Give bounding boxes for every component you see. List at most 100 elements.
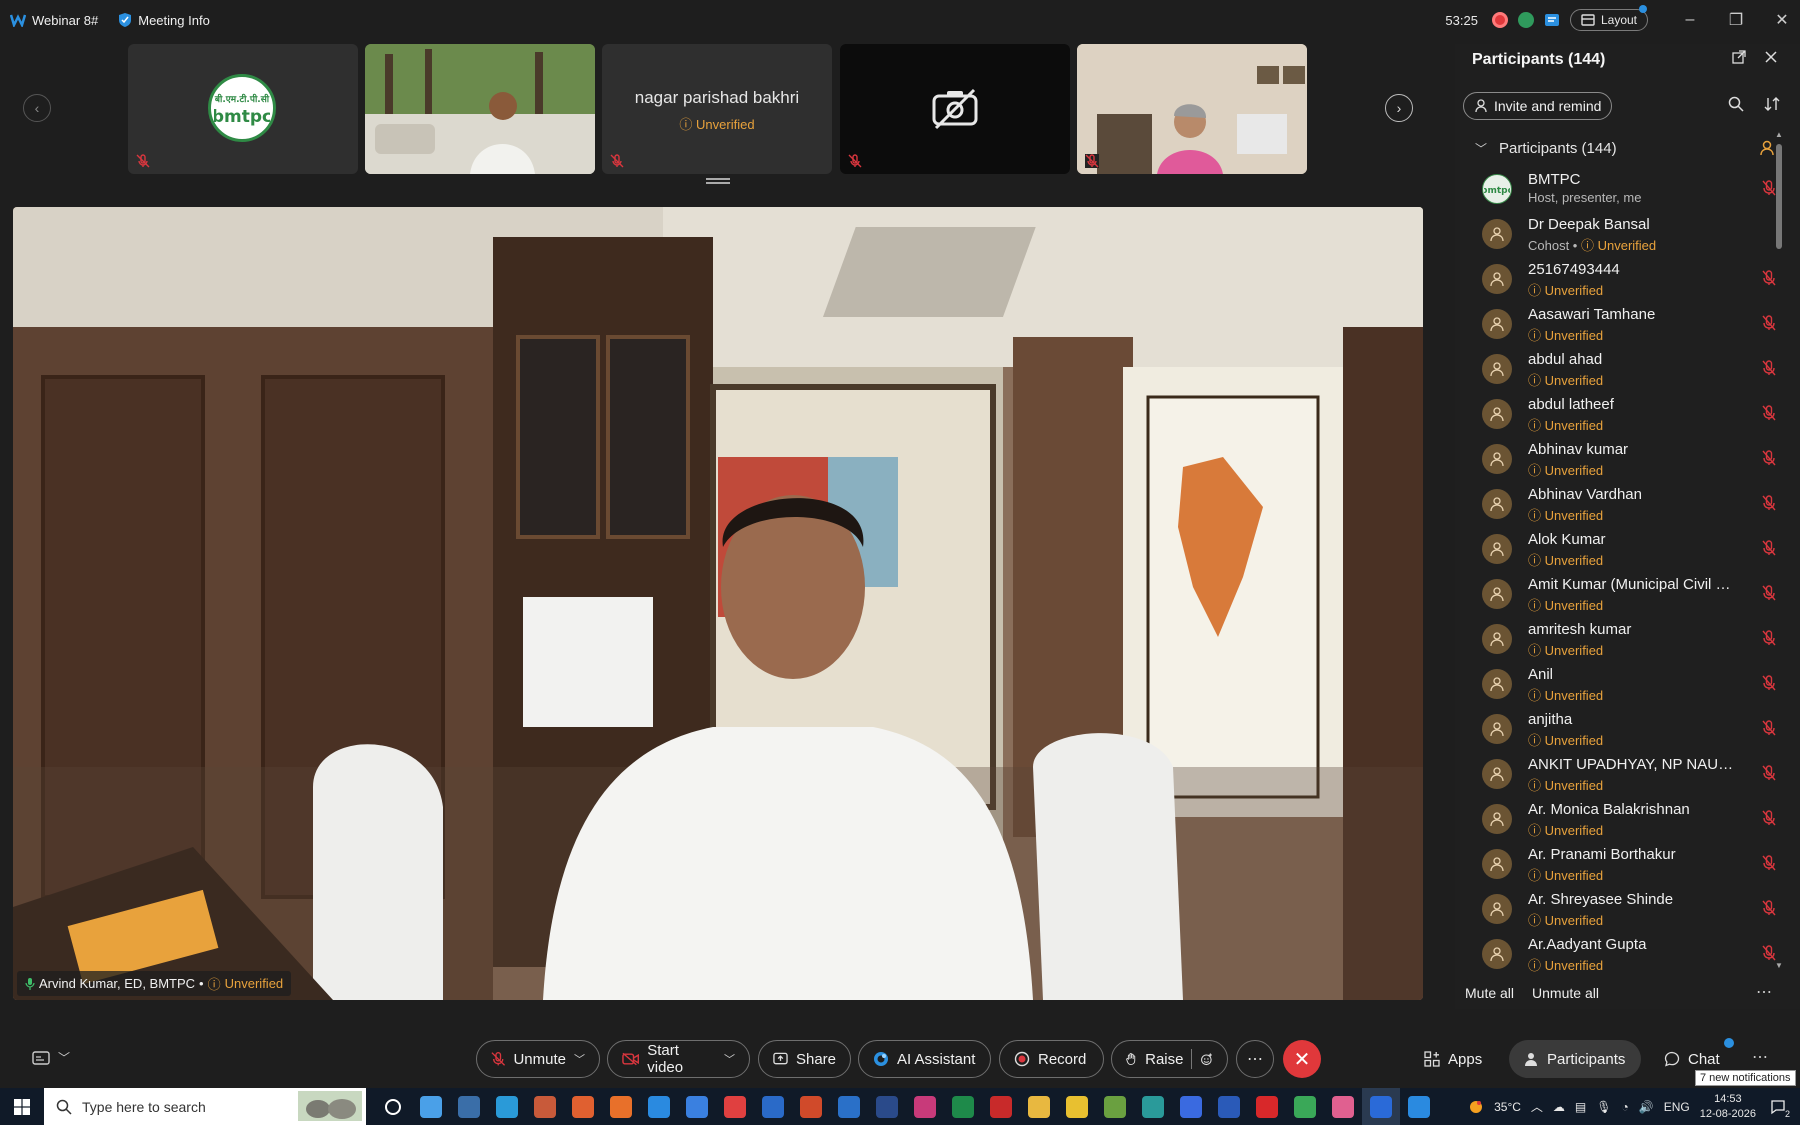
app-title[interactable]: Webinar 8# <box>10 13 98 28</box>
internet-explorer-icon[interactable] <box>640 1088 678 1125</box>
leave-meeting-button[interactable]: ✕ <box>1283 1040 1321 1078</box>
participant-row[interactable]: Ar. Pranami Borthakur ⓘ Unverified <box>1482 843 1782 888</box>
mic-muted-icon[interactable] <box>1762 360 1776 381</box>
scroll-up-icon[interactable]: ▲ <box>1775 130 1783 139</box>
unmute-all-button[interactable]: Unmute all <box>1532 985 1599 1001</box>
mic-muted-icon[interactable] <box>1762 180 1776 201</box>
mic-muted-icon[interactable] <box>1762 765 1776 786</box>
video-tile-participant-forest[interactable] <box>365 44 595 174</box>
mic-muted-icon[interactable] <box>1762 315 1776 336</box>
opera-icon[interactable] <box>1248 1088 1286 1125</box>
participant-row[interactable]: Ar. Shreyasee Shinde ⓘ Unverified <box>1482 888 1782 933</box>
video-tile-bmtpc[interactable]: बी.एम.टी.पी.सी bmtpc <box>128 44 358 174</box>
participant-row[interactable]: bmtpc BMTPC Host, presenter, me <box>1482 168 1782 213</box>
wifi-icon[interactable]: ◔ <box>1622 1100 1629 1114</box>
more-options-icon[interactable]: ⋯ <box>1756 982 1772 1002</box>
mic-muted-icon[interactable] <box>1762 675 1776 696</box>
video-tile-camera-off[interactable] <box>840 44 1070 174</box>
app-chat-icon[interactable] <box>754 1088 792 1125</box>
mic-muted-icon[interactable] <box>1762 450 1776 471</box>
microphone-icon[interactable]: 🎙 <box>1596 1100 1611 1114</box>
minimize-icon[interactable]: – <box>1672 11 1708 29</box>
mic-muted-icon[interactable] <box>1762 405 1776 426</box>
share-button[interactable]: Share <box>758 1040 851 1078</box>
excel-icon[interactable] <box>944 1088 982 1125</box>
outlook-icon[interactable] <box>830 1088 868 1125</box>
active-speaker-video[interactable]: Arvind Kumar, ED, BMTPC • ⓘ Unverified <box>13 207 1423 1000</box>
app-teal-icon[interactable] <box>1134 1088 1172 1125</box>
restore-icon[interactable]: ❐ <box>1718 10 1754 30</box>
taskbar-search-box[interactable]: Type here to search <box>44 1088 366 1125</box>
anydesk-icon[interactable] <box>716 1088 754 1125</box>
ai-assistant-button[interactable]: AI Assistant <box>858 1040 991 1078</box>
facebook-icon[interactable] <box>1172 1088 1210 1125</box>
participant-row[interactable]: ANKIT UPADHYAY, NP NAUBA... ⓘ Unverified <box>1482 753 1782 798</box>
participant-row[interactable]: Ar. Monica Balakrishnan ⓘ Unverified <box>1482 798 1782 843</box>
participant-row[interactable]: Abhinav Vardhan ⓘ Unverified <box>1482 483 1782 528</box>
participant-row[interactable]: Amit Kumar (Municipal Civil E... ⓘ Unveri… <box>1482 573 1782 618</box>
chevron-up-icon[interactable]: ︿ <box>1531 1098 1543 1115</box>
invite-and-remind-button[interactable]: Invite and remind <box>1463 92 1613 120</box>
search-icon[interactable] <box>1728 96 1744 112</box>
participant-row[interactable]: Aasawari Tamhane ⓘ Unverified <box>1482 303 1782 348</box>
start-button[interactable] <box>0 1088 44 1125</box>
participant-row[interactable]: Dr Deepak Bansal Cohost • ⓘ Unverified <box>1482 213 1782 258</box>
lock-icon[interactable] <box>1058 1088 1096 1125</box>
powerpoint-icon[interactable] <box>792 1088 830 1125</box>
app-pink-icon[interactable] <box>1324 1088 1362 1125</box>
language-indicator[interactable]: ENG <box>1664 1100 1690 1114</box>
indesign-icon[interactable] <box>906 1088 944 1125</box>
mic-muted-icon[interactable] <box>1762 945 1776 966</box>
volume-icon[interactable]: 🔊 <box>1639 1100 1654 1114</box>
apps-button[interactable]: Apps <box>1410 1040 1496 1078</box>
mic-muted-icon[interactable] <box>1762 630 1776 651</box>
app-blue-icon[interactable] <box>678 1088 716 1125</box>
mic-muted-icon[interactable] <box>1762 720 1776 741</box>
vscode-icon[interactable] <box>1400 1088 1438 1125</box>
raise-hand-button[interactable]: Raise <box>1111 1040 1228 1078</box>
action-center-button[interactable]: 2 <box>1766 1095 1790 1119</box>
notes-icon[interactable] <box>1544 12 1560 28</box>
participant-list-scrollbar[interactable]: ▲ ▼ <box>1775 130 1783 970</box>
participant-row[interactable]: Anil ⓘ Unverified <box>1482 663 1782 708</box>
participant-row[interactable]: Ar.Aadyant Gupta ⓘ Unverified <box>1482 933 1782 978</box>
participants-button[interactable]: Participants <box>1509 1040 1641 1078</box>
previous-page-button[interactable]: ‹ <box>23 94 51 122</box>
unmute-button[interactable]: Unmute ﹀ <box>476 1040 600 1078</box>
participant-row[interactable]: Alok Kumar ⓘ Unverified <box>1482 528 1782 573</box>
captions-button[interactable]: ﹀ <box>32 1049 70 1066</box>
mic-muted-icon[interactable] <box>1762 270 1776 291</box>
mic-muted-icon[interactable] <box>1762 810 1776 831</box>
network-icon[interactable]: ▤ <box>1575 1100 1586 1114</box>
app-green-icon[interactable] <box>1096 1088 1134 1125</box>
audio-level-icon[interactable] <box>1517 12 1534 28</box>
layout-button[interactable]: Layout <box>1569 5 1648 31</box>
mic-muted-icon[interactable] <box>1762 855 1776 876</box>
close-panel-icon[interactable] <box>1764 50 1778 64</box>
more-controls-button[interactable]: ⋯ <box>1236 1040 1274 1078</box>
scroll-down-icon[interactable]: ▼ <box>1775 961 1783 970</box>
webex-icon[interactable] <box>1362 1088 1400 1125</box>
popout-icon[interactable] <box>1732 50 1746 64</box>
task-view-icon[interactable] <box>374 1088 412 1125</box>
start-video-button[interactable]: Start video ﹀ <box>607 1040 750 1078</box>
reactions-icon[interactable] <box>1200 1051 1213 1067</box>
video-tile-participant-office[interactable] <box>1077 44 1307 174</box>
chrome-icon[interactable] <box>1286 1088 1324 1125</box>
cloud-icon[interactable]: ☁ <box>1553 1100 1565 1114</box>
participant-row[interactable]: abdul ahad ⓘ Unverified <box>1482 348 1782 393</box>
pdf-icon[interactable] <box>982 1088 1020 1125</box>
temperature[interactable]: 35°C <box>1494 1100 1521 1114</box>
word-icon[interactable] <box>1210 1088 1248 1125</box>
sort-icon[interactable] <box>1764 96 1780 112</box>
edge-icon[interactable] <box>488 1088 526 1125</box>
powerpoint-alt-icon[interactable] <box>564 1088 602 1125</box>
participant-row[interactable]: Abhinav kumar ⓘ Unverified <box>1482 438 1782 483</box>
close-window-icon[interactable]: ✕ <box>1764 10 1800 30</box>
participant-row[interactable]: abdul latheef ⓘ Unverified <box>1482 393 1782 438</box>
mic-muted-icon[interactable] <box>1762 540 1776 561</box>
participant-row[interactable]: anjitha ⓘ Unverified <box>1482 708 1782 753</box>
app-icon[interactable] <box>526 1088 564 1125</box>
photoshop-icon[interactable] <box>868 1088 906 1125</box>
more-toolbar-icon[interactable]: ⋯ <box>1752 1047 1768 1067</box>
